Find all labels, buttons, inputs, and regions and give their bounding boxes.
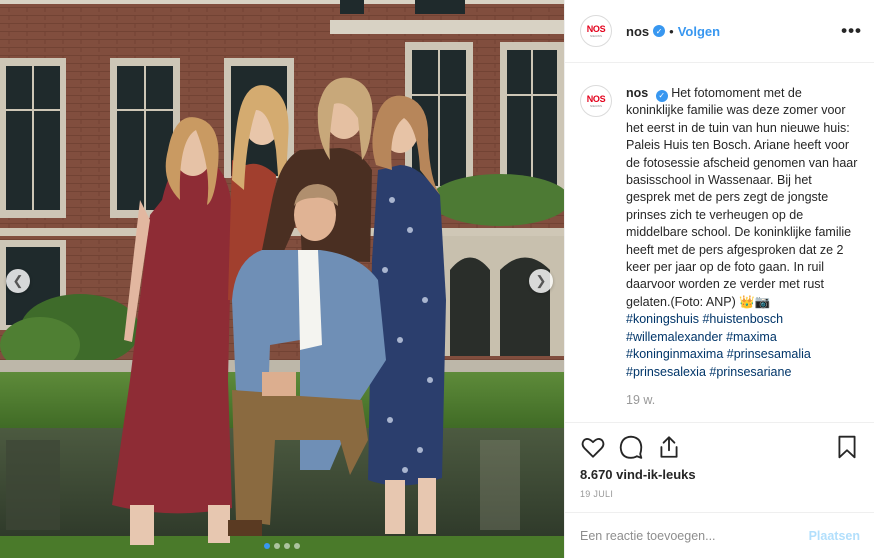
speech-bubble-icon[interactable] [618, 434, 644, 460]
caption-body: Het fotomoment met de koninklijke famili… [626, 86, 858, 309]
bookmark-icon[interactable] [834, 434, 860, 460]
family-photo-image [0, 0, 564, 558]
share-icon[interactable] [656, 434, 682, 460]
header-username[interactable]: nos [626, 24, 649, 39]
carousel-dot [274, 543, 280, 549]
verified-badge-icon: ✓ [653, 25, 666, 37]
action-icons [580, 433, 860, 461]
post-photo[interactable]: ❮ ❯ [0, 0, 564, 558]
hashtag-link[interactable]: #prinsesalexia [626, 365, 706, 379]
time-ago[interactable]: 19 w. [626, 392, 859, 409]
caption-area: NOS NIEUWS nos ✓ Het fotomoment met de k… [565, 63, 874, 409]
avatar[interactable]: NOS NIEUWS [580, 15, 612, 47]
hashtag-link[interactable]: #prinsesariane [709, 365, 791, 379]
header-separator: • [669, 23, 674, 39]
hashtag-list: #koningshuis #huistenbosch #willemalexan… [626, 311, 859, 381]
post-side-panel: NOS NIEUWS nos ✓ • Volgen ••• NOS NIEUWS… [564, 0, 874, 558]
nos-logo-subtitle: NIEUWS [590, 103, 602, 108]
likes-count[interactable]: 8.670 vind-ik-leuks [580, 467, 860, 482]
nos-logo: NOS [586, 93, 606, 104]
verified-badge-icon: ✓ [655, 89, 668, 102]
action-bar: 8.670 vind-ik-leuks 19 juli [565, 422, 874, 499]
post-header: NOS NIEUWS nos ✓ • Volgen ••• [565, 0, 874, 63]
carousel-dot [284, 543, 290, 549]
chevron-right-icon[interactable]: ❯ [529, 269, 553, 293]
carousel-dot [294, 543, 300, 549]
more-options-icon[interactable]: ••• [841, 21, 862, 41]
carousel-dots [0, 543, 564, 549]
follow-button[interactable]: Volgen [678, 24, 720, 39]
comment-box: Plaatsen [565, 512, 874, 558]
carousel-dot [264, 543, 270, 549]
chevron-left-icon[interactable]: ❮ [6, 269, 30, 293]
hashtag-link[interactable]: #koninginmaxima [626, 347, 723, 361]
post-comment-button[interactable]: Plaatsen [809, 529, 860, 543]
caption-username[interactable]: nos [626, 86, 648, 100]
post-date: 19 juli [580, 489, 614, 499]
hashtag-link[interactable]: #prinsesamalia [727, 347, 811, 361]
nos-logo: NOS [586, 23, 606, 34]
hashtag-link[interactable]: #koningshuis [626, 312, 699, 326]
hashtag-link[interactable]: #maxima [726, 330, 777, 344]
caption-avatar[interactable]: NOS NIEUWS [580, 85, 612, 117]
nos-logo-subtitle: NIEUWS [590, 33, 602, 38]
hashtag-link[interactable]: #huistenbosch [702, 312, 783, 326]
comment-input[interactable] [580, 528, 809, 543]
caption: nos ✓ Het fotomoment met de koninklijke … [626, 85, 859, 409]
hashtag-link[interactable]: #willemalexander [626, 330, 723, 344]
heart-icon[interactable] [580, 434, 606, 460]
